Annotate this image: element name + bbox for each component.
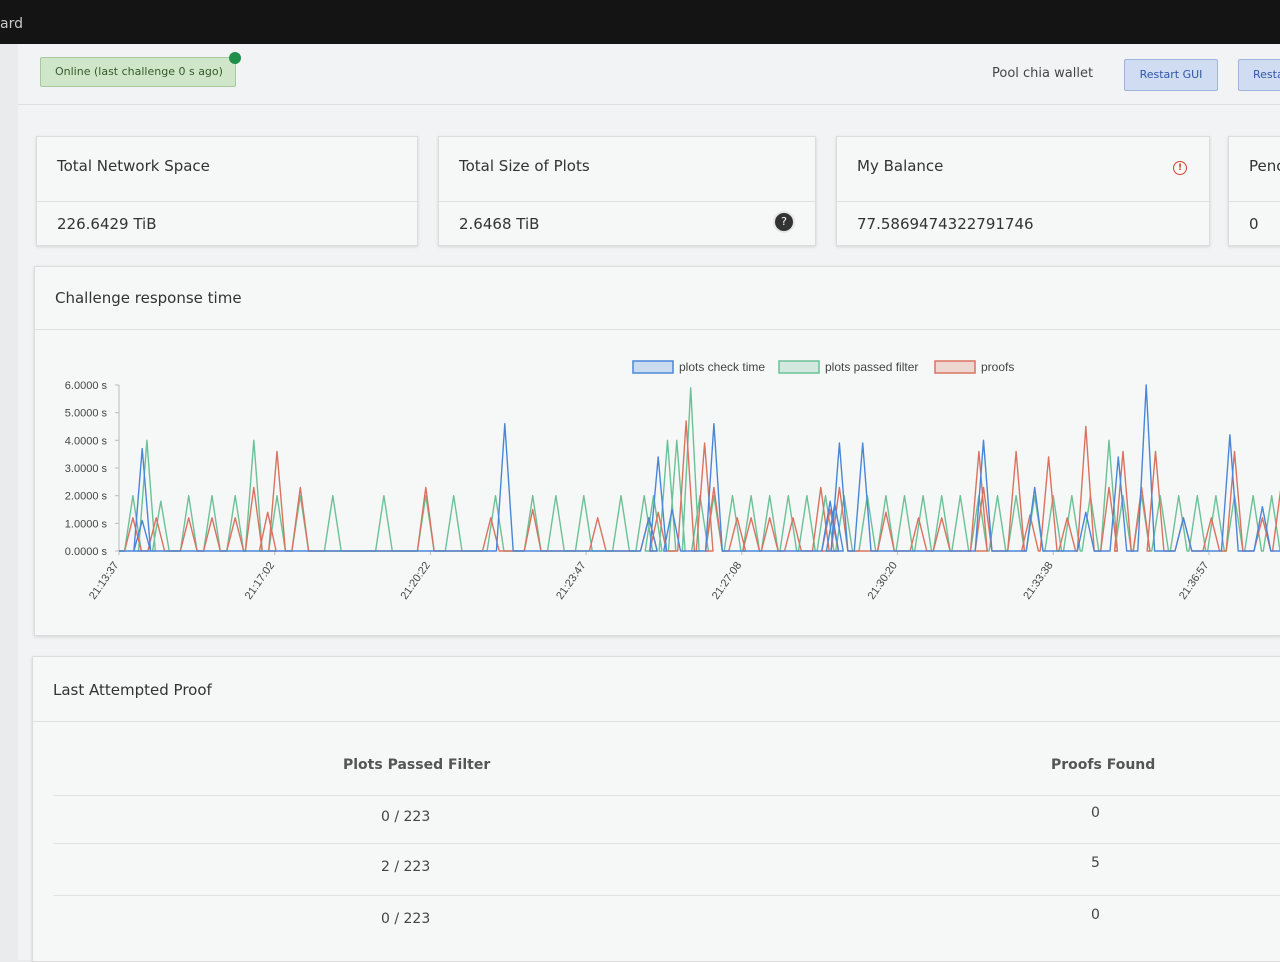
legend-swatch	[934, 360, 976, 374]
y-tick-label: 4.0000 s	[65, 435, 108, 447]
x-tick-label: 21:17:02	[243, 560, 277, 602]
stat-card-network-space: Total Network Space 226.6429 TiB	[36, 136, 418, 246]
y-tick-label: 6.0000 s	[65, 380, 108, 392]
online-status-badge: Online (last challenge 0 s ago)	[40, 52, 241, 87]
stat-value: 0	[1249, 215, 1259, 233]
stat-value: 2.6468 TiB	[459, 215, 540, 233]
response-time-chart: 0.0000 s 1.0000 s 2.0000 s 3.0000 s 4.0000 s…	[65, 360, 1280, 602]
restart-button[interactable]: Resta	[1238, 59, 1280, 91]
divider	[439, 201, 815, 202]
restart-gui-button[interactable]: Restart GUI	[1124, 59, 1218, 91]
row-divider	[53, 795, 1280, 796]
legend-label: plots check time	[679, 360, 765, 374]
column-header-plots-passed: Plots Passed Filter	[343, 757, 491, 773]
challenge-chart-card: Challenge response time 0.0000 s 1.0000 s…	[34, 266, 1280, 636]
stat-card-plot-size: Total Size of Plots 2.6468 TiB ?	[438, 136, 816, 246]
y-tick-label: 2.0000 s	[65, 491, 108, 503]
x-tick-label: 21:13:37	[87, 560, 121, 602]
cell-plots-passed: 0 / 223	[381, 809, 431, 825]
column-header-proofs-found: Proofs Found	[1051, 757, 1156, 773]
series-line-plots-passed-filter	[119, 387, 1280, 552]
x-tick-label: 21:30:20	[866, 560, 900, 602]
y-tick-label: 0.0000 s	[65, 546, 108, 558]
stat-title: My Balance	[857, 157, 944, 175]
divider	[1229, 201, 1280, 202]
alert-circle-icon[interactable]: !	[1173, 161, 1187, 175]
legend-swatch	[632, 360, 674, 374]
stat-title: Total Size of Plots	[459, 157, 590, 175]
row-divider	[53, 895, 1280, 896]
x-tick-label: 21:36:57	[1177, 560, 1211, 602]
divider	[37, 201, 417, 202]
window-title: ard	[0, 16, 23, 32]
stat-title: Penc	[1249, 157, 1280, 175]
row-divider	[53, 843, 1280, 844]
y-tick-label: 1.0000 s	[65, 518, 108, 530]
x-tick-label: 21:23:47	[554, 560, 588, 602]
stat-card-pending: Penc 0	[1228, 136, 1280, 246]
status-dot-icon	[229, 52, 241, 64]
stat-value: 77.5869474322791746	[857, 215, 1034, 233]
stat-value: 226.6429 TiB	[57, 215, 157, 233]
x-tick-label: 21:20:22	[398, 560, 432, 602]
legend-label: proofs	[981, 360, 1014, 374]
status-bar: Online (last challenge 0 s ago) Pool chi…	[18, 44, 1280, 105]
cell-plots-passed: 2 / 223	[381, 859, 431, 875]
stat-card-balance: My Balance ! 77.5869474322791746	[836, 136, 1210, 246]
cell-proofs-found: 0	[1091, 907, 1100, 923]
question-circle-icon[interactable]: ?	[773, 211, 795, 233]
cell-plots-passed: 0 / 223	[381, 911, 431, 927]
section-title: Last Attempted Proof	[53, 681, 212, 699]
series-line-plots-check-time	[119, 384, 1280, 552]
x-tick-label: 21:33:38	[1021, 560, 1055, 602]
divider	[33, 721, 1280, 722]
last-attempted-proof-card: Last Attempted Proof Plots Passed Filter…	[32, 656, 1280, 962]
x-tick-label: 21:27:08	[710, 560, 744, 602]
y-tick-label: 5.0000 s	[65, 408, 108, 420]
window-titlebar: ard	[0, 0, 1280, 44]
stat-title: Total Network Space	[57, 157, 210, 175]
divider	[837, 201, 1209, 202]
y-tick-label: 3.0000 s	[65, 463, 108, 475]
cell-proofs-found: 5	[1091, 855, 1100, 871]
pool-wallet-label: Pool chia wallet	[992, 66, 1094, 81]
online-status-text: Online (last challenge 0 s ago)	[55, 65, 223, 78]
legend-label: plots passed filter	[825, 360, 918, 374]
cell-proofs-found: 0	[1091, 805, 1100, 821]
legend-swatch	[778, 360, 820, 374]
